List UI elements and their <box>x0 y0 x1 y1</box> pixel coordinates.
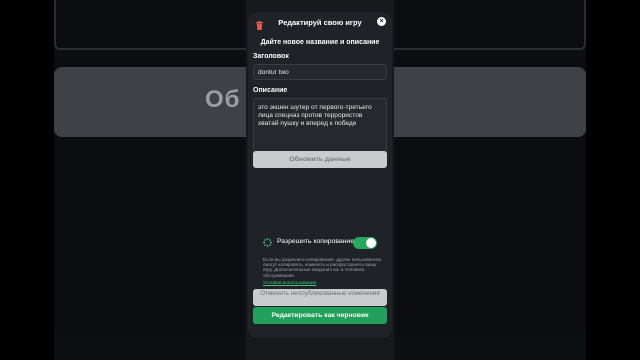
modal-title: Редактируй свою игру <box>278 18 362 27</box>
toggle-knob <box>366 238 376 248</box>
copy-note: Если вы разрешите копирование, другие по… <box>263 257 381 278</box>
allow-copy-label: Разрешить копирование <box>277 238 354 245</box>
section-heading: Дайте новое название и описание <box>260 39 380 46</box>
save-draft-button[interactable]: Редактировать как черновик <box>253 307 387 324</box>
update-data-button[interactable]: Обновить данные <box>253 151 387 168</box>
title-label: Заголовок <box>253 53 289 60</box>
allow-copy-toggle[interactable] <box>353 237 377 249</box>
sparkle-icon <box>263 238 272 247</box>
title-input[interactable]: dontur two <box>253 64 387 80</box>
description-label: Описание <box>253 87 288 94</box>
discard-changes-button[interactable]: Отменить неопубликованные изменения <box>253 289 387 306</box>
allow-copy-row: Разрешить копирование <box>263 237 383 249</box>
terms-link[interactable]: Условия использования <box>263 281 316 286</box>
close-icon[interactable]: × <box>377 17 386 26</box>
description-input[interactable]: это экшен шутер от первого-третьего лица… <box>253 98 387 158</box>
